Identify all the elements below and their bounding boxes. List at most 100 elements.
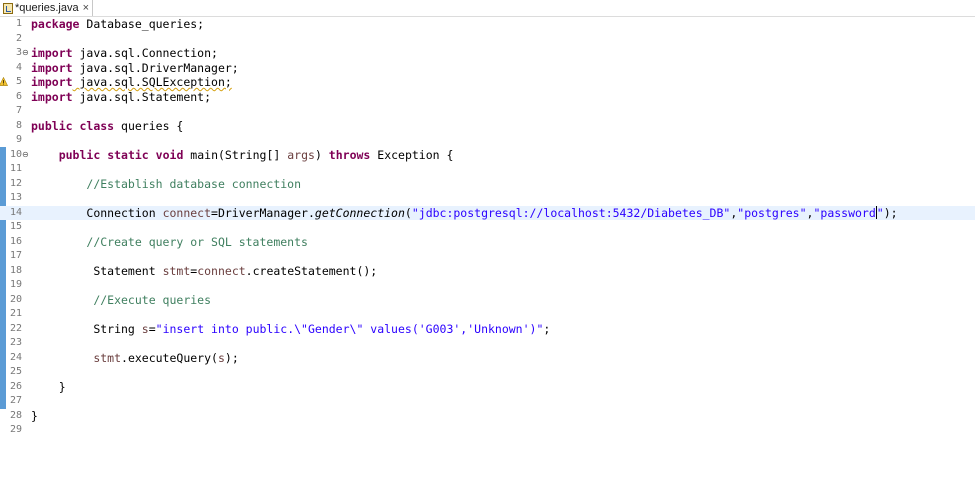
code-text: import java.sql.Statement;	[31, 90, 211, 105]
code-token: import	[31, 75, 73, 89]
code-token: "	[876, 205, 884, 220]
code-line[interactable]: 2	[0, 32, 975, 47]
code-text: package Database_queries;	[31, 17, 204, 32]
line-number: 15	[9, 221, 22, 232]
line-number: 22	[9, 322, 22, 334]
code-editor[interactable]: 1 package Database_queries; 2 3 ⊖ import java…	[0, 17, 975, 479]
code-text: import java.sql.DriverManager;	[31, 61, 239, 76]
code-token: }	[31, 408, 38, 423]
code-line[interactable]: 13	[0, 191, 975, 206]
code-token: java.sql.SQLException;	[72, 75, 232, 89]
code-line[interactable]: 16 //Create query or SQL statements	[0, 235, 975, 250]
line-number: 3	[15, 47, 22, 58]
code-line[interactable]: 8 public class queries {	[0, 119, 975, 134]
line-number: 1	[15, 18, 22, 29]
code-line[interactable]: 4 import java.sql.DriverManager;	[0, 61, 975, 76]
code-line[interactable]: 7	[0, 104, 975, 119]
code-token: public	[31, 118, 73, 133]
code-token: import	[31, 46, 73, 60]
line-number: 21	[9, 308, 22, 319]
code-line[interactable]: 28}	[0, 409, 975, 424]
code-token: stmt	[93, 350, 122, 365]
line-number: 29	[9, 424, 22, 435]
line-number: 19	[9, 279, 22, 290]
code-line[interactable]: 21	[0, 307, 975, 322]
code-line[interactable]: 12 //Establish database connection	[0, 177, 975, 192]
code-line[interactable]: 1 package Database_queries;	[0, 17, 975, 32]
line-number: 20	[9, 293, 22, 305]
code-token: "postgres"	[737, 205, 807, 220]
line-number: 17	[9, 250, 22, 261]
code-token: java.sql.Connection;	[72, 46, 218, 60]
code-token: Connection	[86, 205, 163, 220]
code-line[interactable]: 18 Statement stmt=connect.createStatemen…	[0, 264, 975, 279]
code-token: )	[314, 147, 329, 162]
line-number: 13	[9, 192, 22, 203]
code-line[interactable]: 5 import java.sql.SQLException;	[0, 75, 975, 90]
code-line[interactable]: 6 import java.sql.Statement;	[0, 90, 975, 105]
code-line[interactable]: 23	[0, 336, 975, 351]
code-token: ;	[543, 321, 551, 336]
code-line[interactable]: 10 ⊖ public static void main(String[] arg…	[0, 148, 975, 163]
code-token: connect	[162, 205, 212, 220]
code-token: .createStatement();	[245, 263, 378, 278]
code-text: //Establish database connection	[31, 177, 301, 192]
line-number: 8	[15, 119, 22, 131]
code-line[interactable]: 20 //Execute queries	[0, 293, 975, 308]
code-line[interactable]: 25	[0, 365, 975, 380]
tab-queries-java[interactable]: *queries.java ×	[0, 0, 93, 16]
tab-title: *queries.java	[15, 2, 79, 14]
code-line[interactable]: 24 stmt.executeQuery(s);	[0, 351, 975, 366]
line-number: 4	[15, 61, 22, 73]
code-token: //Create query or SQL statements	[86, 234, 308, 249]
code-token: Statement	[93, 263, 163, 278]
code-line[interactable]: 11	[0, 162, 975, 177]
code-token: void	[155, 147, 184, 162]
code-line[interactable]: 3 ⊖ import java.sql.Connection;	[0, 46, 975, 61]
line-number: 9	[15, 134, 22, 145]
editor-tab-bar: *queries.java ×	[0, 0, 975, 17]
code-text: Connection connect=DriverManager.getConn…	[31, 205, 898, 221]
code-token: Database_queries;	[79, 17, 205, 31]
fold-toggle-icon[interactable]: ⊖	[22, 46, 29, 61]
code-token: java.sql.Statement;	[72, 89, 212, 104]
code-text: import java.sql.Connection;	[31, 46, 218, 61]
line-number: 14	[9, 206, 22, 218]
code-line[interactable]: 22 String s="insert into public.\"Gender…	[0, 322, 975, 337]
code-line[interactable]: 9	[0, 133, 975, 148]
code-line[interactable]: 14 Connection connect=DriverManager.getC…	[0, 205, 975, 221]
code-line[interactable]: 27	[0, 394, 975, 409]
code-token: getConnection	[314, 205, 405, 220]
java-file-icon	[3, 2, 13, 14]
code-text: }	[31, 409, 38, 424]
code-token: queries {	[114, 118, 184, 133]
code-token: Exception {	[370, 147, 454, 162]
close-icon[interactable]: ×	[83, 2, 89, 14]
code-token: =DriverManager.	[211, 205, 315, 220]
line-number: 24	[9, 351, 22, 363]
code-line[interactable]: 17	[0, 249, 975, 264]
line-number: 5	[15, 76, 22, 87]
code-text: public static void main(String[] args) t…	[31, 147, 454, 163]
fold-toggle-icon[interactable]: ⊖	[22, 148, 29, 163]
line-number: 10	[9, 148, 22, 160]
code-line[interactable]: 15	[0, 220, 975, 235]
line-number: 27	[9, 395, 22, 406]
code-token: main(String[]	[183, 147, 288, 162]
line-number: 18	[9, 264, 22, 276]
code-line[interactable]: 19	[0, 278, 975, 293]
code-line[interactable]: 26 }	[0, 380, 975, 395]
code-line[interactable]: 29	[0, 423, 975, 438]
code-text: //Execute queries	[31, 293, 211, 308]
code-token: java.sql.DriverManager;	[72, 60, 239, 75]
code-token: import	[31, 60, 73, 75]
code-token: args	[287, 147, 315, 162]
code-token: public	[58, 147, 101, 162]
warning-icon[interactable]	[0, 77, 8, 86]
line-number: 2	[15, 32, 22, 44]
line-number: 26	[9, 380, 22, 392]
code-token: (	[404, 205, 412, 220]
code-token: static	[107, 147, 149, 162]
code-text: Statement stmt=connect.createStatement()…	[31, 264, 377, 279]
code-text: }	[31, 380, 66, 395]
